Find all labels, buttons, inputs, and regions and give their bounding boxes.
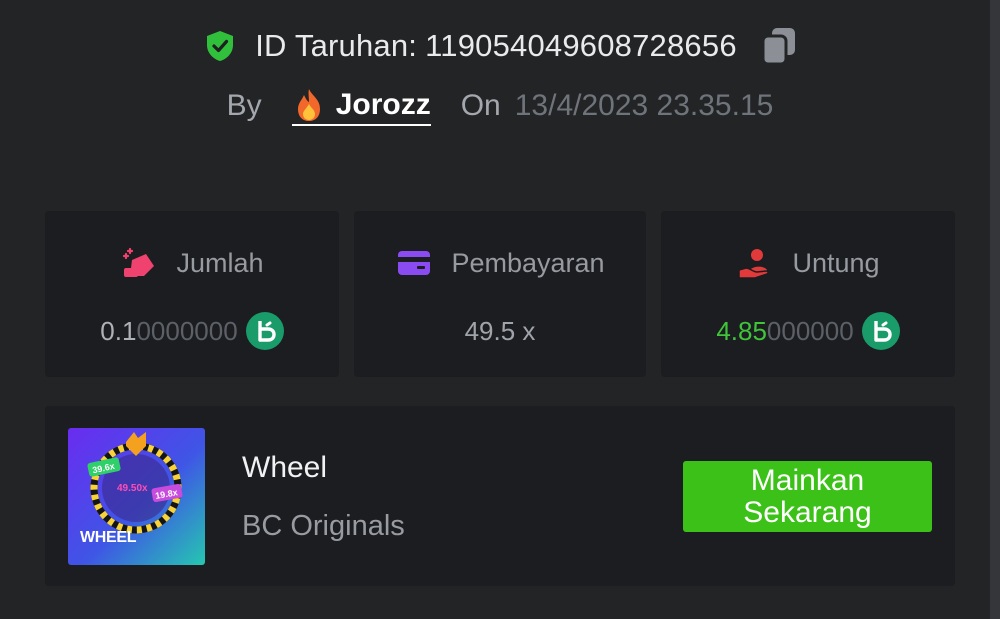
bc-coin-icon <box>861 312 900 350</box>
verified-shield-icon <box>207 31 234 61</box>
play-now-button[interactable]: Mainkan Sekarang <box>683 461 932 532</box>
payout-value: 49.5 x <box>464 315 536 346</box>
thumb-multiplier: 49.50x <box>117 483 148 494</box>
fire-icon <box>297 88 320 121</box>
bet-id-value: 119054049608728656 <box>425 28 737 63</box>
author-row: By Jorozz On 13/4/2023 23.35.15 <box>0 84 1000 128</box>
game-provider: BC Originals <box>242 510 405 542</box>
payout-label: Pembayaran <box>451 247 605 278</box>
payout-card: Pembayaran 49.5 x <box>354 211 646 377</box>
profit-label: Untung <box>792 247 880 278</box>
username[interactable]: Jorozz <box>336 88 431 122</box>
amount-card: Jumlah 0.1 0000000 <box>45 211 339 377</box>
bet-id-label: ID Taruhan: <box>255 28 418 63</box>
bet-timestamp: 13/4/2023 23.35.15 <box>514 89 774 122</box>
thumb-title: WHEEL <box>80 529 137 546</box>
on-label: On <box>460 89 501 122</box>
profit-hand-icon <box>738 249 770 279</box>
by-label: By <box>226 89 262 122</box>
bet-amount-icon <box>123 247 155 277</box>
game-thumbnail[interactable]: 39.6x 49.50x 19.8x WHEEL <box>68 428 205 565</box>
game-card: 39.6x 49.50x 19.8x WHEEL Wheel BC Origin… <box>45 406 955 586</box>
amount-label: Jumlah <box>176 247 264 278</box>
profit-card: Untung 4.85 000000 <box>661 211 955 377</box>
amount-value: 0.1 0000000 <box>45 311 339 351</box>
profit-value: 4.85 000000 <box>661 311 955 351</box>
bc-coin-icon <box>245 312 284 350</box>
bet-id-row: ID Taruhan: 119054049608728656 <box>0 22 1000 70</box>
user-link[interactable]: Jorozz <box>291 87 431 126</box>
card-icon <box>398 251 431 275</box>
copy-icon[interactable] <box>761 26 797 66</box>
game-name[interactable]: Wheel <box>242 451 327 485</box>
